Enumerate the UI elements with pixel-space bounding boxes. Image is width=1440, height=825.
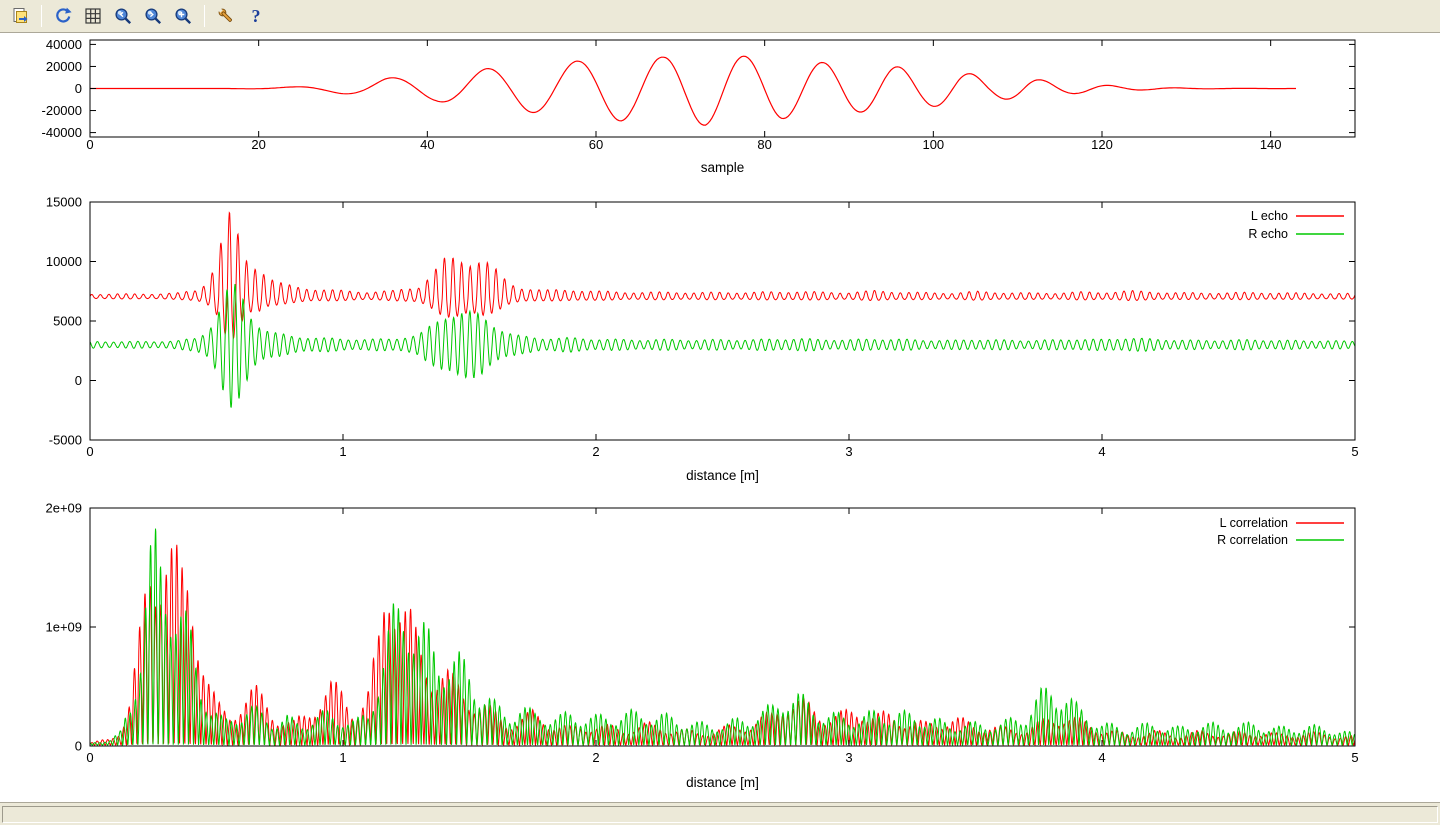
y-tick-label: 5000 xyxy=(53,314,82,329)
series-signal xyxy=(90,56,1296,125)
help-glyph: ? xyxy=(252,6,261,26)
x-tick-label: 20 xyxy=(251,137,265,152)
zoom-previous-icon xyxy=(113,6,133,26)
x-tick-label: 2 xyxy=(592,750,599,765)
chart-1-axes: 0 20 40 60 80 100 120 140 -40000 -20000 0 20000 4000… xyxy=(42,37,1355,152)
y-tick-label: 40000 xyxy=(46,37,82,52)
chart-3-series xyxy=(90,529,1355,745)
legend-label: L echo xyxy=(1251,209,1288,223)
x-tick-label: 3 xyxy=(845,444,852,459)
y-tick-label: 0 xyxy=(75,739,82,754)
help-button[interactable]: ? xyxy=(242,3,270,30)
autoscale-button[interactable] xyxy=(169,3,197,30)
x-axis-label: distance [m] xyxy=(686,468,759,483)
y-tick-label: 10000 xyxy=(46,254,82,269)
zoom-previous-button[interactable] xyxy=(109,3,137,30)
y-tick-label: 1e+09 xyxy=(45,620,82,635)
export-icon xyxy=(10,6,30,26)
x-tick-label: 0 xyxy=(86,137,93,152)
zoom-next-button[interactable] xyxy=(139,3,167,30)
chart-1-series xyxy=(90,56,1296,125)
y-tick-label: -5000 xyxy=(49,433,82,448)
chart-2: 0 1 2 3 4 5 -5000 0 5000 10000 15000 distance [m] L … xyxy=(46,195,1359,484)
y-tick-label: 15000 xyxy=(46,195,82,210)
series-l-echo xyxy=(90,213,1355,338)
zoom-next-icon xyxy=(143,6,163,26)
x-tick-label: 5 xyxy=(1351,750,1358,765)
x-tick-label: 2 xyxy=(592,444,599,459)
y-tick-label: 2e+09 xyxy=(45,501,82,516)
legend-label: R echo xyxy=(1248,227,1288,241)
x-tick-label: 100 xyxy=(922,137,944,152)
x-tick-label: 0 xyxy=(86,750,93,765)
gnuplot-window: ? 020406080100120140-40000-2000002000040… xyxy=(0,0,1440,825)
x-tick-label: 40 xyxy=(420,137,434,152)
chart-3-legend: L correlation R correlation xyxy=(1217,516,1344,547)
chart-2-axes: 0 1 2 3 4 5 -5000 0 5000 10000 15000 xyxy=(46,195,1359,460)
grid-icon xyxy=(83,6,103,26)
export-button[interactable] xyxy=(6,3,34,30)
x-axis-label: distance [m] xyxy=(686,775,759,790)
replot-button[interactable] xyxy=(49,3,77,30)
chart-2-series xyxy=(90,213,1355,408)
status-text xyxy=(2,806,1438,823)
toggle-grid-button[interactable] xyxy=(79,3,107,30)
help-icon: ? xyxy=(246,6,266,26)
series-l-correlation xyxy=(90,545,1355,745)
chart-1: 0 20 40 60 80 100 120 140 -40000 -20000 0 20000 4000… xyxy=(42,37,1355,175)
chart-3: 0 1 2 3 4 5 0 1e+09 2e+09 distance [m] L correlati… xyxy=(45,501,1358,791)
x-tick-label: 120 xyxy=(1091,137,1113,152)
y-tick-label: 0 xyxy=(75,373,82,388)
refresh-icon xyxy=(53,6,73,26)
x-tick-label: 140 xyxy=(1260,137,1282,152)
status-bar xyxy=(0,802,1440,825)
x-tick-label: 4 xyxy=(1098,750,1105,765)
zoom-reset-icon xyxy=(173,6,193,26)
charts-svg[interactable]: 020406080100120140-40000-200000200004000… xyxy=(0,33,1440,802)
x-tick-label: 5 xyxy=(1351,444,1358,459)
x-axis-label: sample xyxy=(701,160,745,175)
x-tick-label: 1 xyxy=(339,750,346,765)
chart-2-legend: L echo R echo xyxy=(1248,209,1344,241)
y-tick-label: -20000 xyxy=(42,103,82,118)
series-r-correlation xyxy=(90,529,1355,745)
x-tick-label: 80 xyxy=(757,137,771,152)
plot-canvas[interactable]: 020406080100120140-40000-200000200004000… xyxy=(0,33,1440,802)
x-tick-label: 60 xyxy=(589,137,603,152)
configure-button[interactable] xyxy=(212,3,240,30)
legend-label: L correlation xyxy=(1220,516,1288,530)
toolbar-separator xyxy=(41,5,42,27)
toolbar: ? xyxy=(0,0,1440,33)
y-tick-label: 0 xyxy=(75,81,82,96)
legend-label: R correlation xyxy=(1217,533,1288,547)
y-tick-label: 20000 xyxy=(46,59,82,74)
x-tick-label: 3 xyxy=(845,750,852,765)
x-tick-label: 1 xyxy=(339,444,346,459)
y-tick-label: -40000 xyxy=(42,125,82,140)
x-tick-label: 0 xyxy=(86,444,93,459)
wrench-icon xyxy=(216,6,236,26)
toolbar-separator xyxy=(204,5,205,27)
plot-border xyxy=(90,508,1355,746)
plot-border xyxy=(90,202,1355,440)
x-tick-label: 4 xyxy=(1098,444,1105,459)
series-r-echo xyxy=(90,284,1355,408)
